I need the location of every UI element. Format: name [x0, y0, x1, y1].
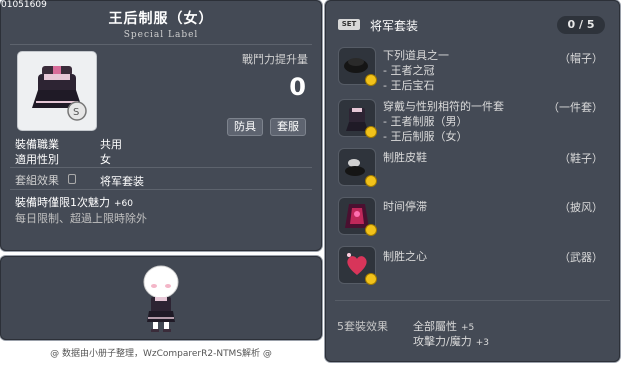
- gender-value: 女: [100, 153, 111, 166]
- job-value: 共用: [100, 138, 122, 151]
- part-2-text: 穿戴与性别相符的一件套 - 王者制服（男） - 王后制服（女）: [383, 99, 504, 144]
- set-count: 0 / 5: [557, 16, 605, 34]
- bonus-2: 攻擊力/魔力 +3: [413, 333, 489, 349]
- divider: [10, 44, 312, 45]
- part-3-text: 制胜皮鞋: [383, 151, 427, 164]
- job-label: 裝備職業: [15, 138, 59, 151]
- coin-icon: [365, 273, 377, 285]
- set-effect-value: 将军套装: [100, 175, 144, 188]
- part-line: 穿戴与性别相符的一件套: [383, 100, 504, 113]
- set-panel: SET 将军套装 0 / 5 下列道具之一 - 王者之冠 - 王后宝石 （帽子）…: [325, 0, 620, 362]
- svg-text:S: S: [73, 107, 79, 118]
- bonus-title: 5套裝效果: [337, 320, 388, 333]
- part-line: - 王后制服（女）: [383, 130, 468, 143]
- lock-icon: [68, 174, 76, 184]
- bonus-2-label: 攻擊力/魔力: [413, 335, 472, 348]
- charm-value: +60: [114, 199, 133, 209]
- part-5-text: 制胜之心: [383, 250, 427, 263]
- tag-outfit: 套服: [270, 118, 306, 136]
- coin-icon: [365, 224, 377, 236]
- power-label: 戰鬥力提升量: [242, 53, 308, 66]
- item-info-panel: 01051609 王后制服（女） Special Label S 戰鬥力提升量 …: [0, 0, 322, 251]
- part-line: - 王者之冠: [383, 64, 435, 77]
- part-3-type: （鞋子）: [559, 152, 603, 165]
- gender-label: 適用性別: [15, 153, 59, 166]
- job-row: 裝備職業 共用: [15, 136, 122, 152]
- divider: [10, 167, 312, 168]
- item-name: 王后制服（女）: [108, 11, 214, 27]
- part-1-type: （帽子）: [559, 52, 603, 65]
- set-title: 将军套装: [370, 19, 419, 33]
- bonus-1-value: +5: [461, 323, 475, 333]
- item-icon-box: S: [17, 51, 97, 131]
- part-2-type: （一件套）: [548, 101, 603, 114]
- item-label: Special Label: [123, 30, 199, 40]
- uniform-icon: S: [32, 66, 87, 121]
- divider: [10, 189, 312, 190]
- gender-row: 適用性別 女: [15, 151, 111, 167]
- part-4-type: （披风）: [559, 201, 603, 214]
- set-effect-label: 套組效果: [15, 174, 59, 187]
- cape-icon: [338, 197, 377, 236]
- charm-row: 裝備時僅限1次魅力 +60: [15, 194, 133, 210]
- bonus-2-value: +3: [475, 338, 489, 348]
- coin-icon: [365, 126, 377, 138]
- uniform-icon: [338, 99, 377, 138]
- tag-armor: 防具: [227, 118, 263, 136]
- crown-icon: [338, 47, 377, 86]
- coin-icon: [365, 175, 377, 187]
- avatar: [143, 265, 179, 332]
- bonus-1: 全部屬性 +5: [413, 318, 474, 334]
- limit-text: 每日限制、超過上限時除外: [15, 212, 147, 225]
- part-5-type: （武器）: [559, 251, 603, 264]
- avatar-preview-panel: [0, 256, 322, 340]
- part-line: - 王后宝石: [383, 79, 435, 92]
- charm-text: 裝備時僅限1次魅力: [15, 196, 110, 209]
- heart-weapon-icon: [338, 246, 377, 285]
- coin-icon: [365, 74, 377, 86]
- footer-credit: @ 数据由小册子整理，WzComparerR2-NTMS解析 @: [50, 349, 272, 359]
- part-line: 下列道具之一: [383, 49, 449, 62]
- divider: [335, 300, 610, 301]
- power-value: 0: [289, 73, 306, 101]
- bonus-1-label: 全部屬性: [413, 320, 457, 333]
- shoes-icon: [338, 148, 377, 187]
- part-4-text: 时间停滞: [383, 200, 427, 213]
- part-1-text: 下列道具之一 - 王者之冠 - 王后宝石: [383, 48, 449, 93]
- set-badge: SET: [338, 19, 360, 30]
- part-line: - 王者制服（男）: [383, 115, 468, 128]
